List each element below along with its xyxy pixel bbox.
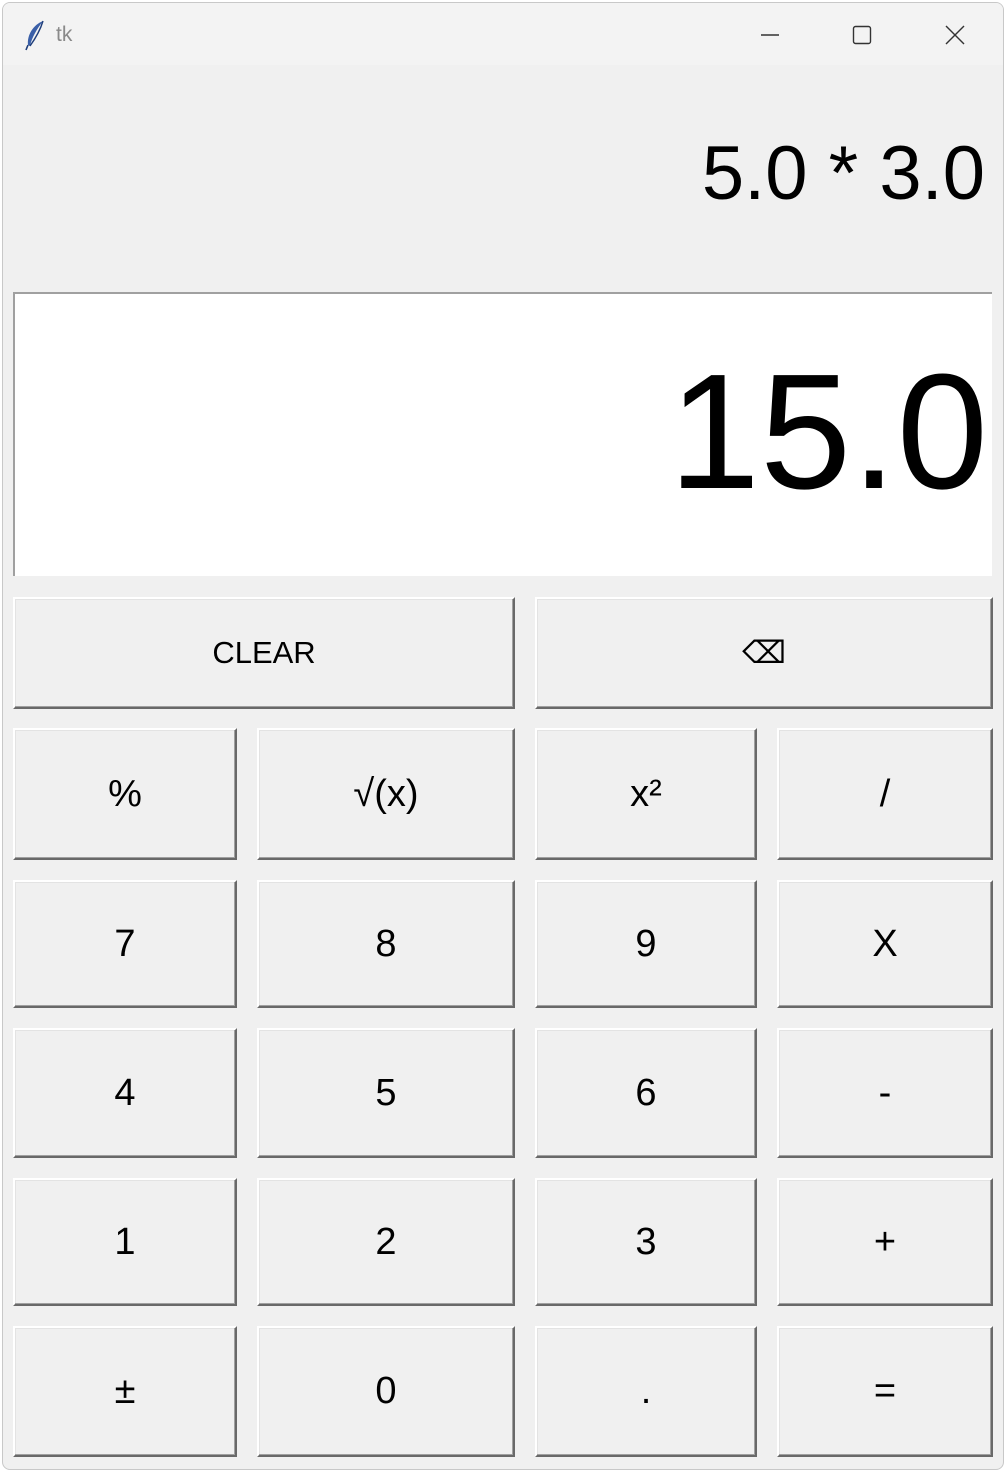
negate-button[interactable]: ± [13,1326,237,1457]
digit-4-button[interactable]: 4 [13,1028,237,1158]
calculator-window: tk 5.0 * 3.0 15.0 CLEAR ⌫ % √(x) x² / 7 … [2,2,1004,1470]
digit-7-button[interactable]: 7 [13,880,237,1008]
close-button[interactable] [932,15,978,55]
result-value: 15.0 [668,340,988,523]
digit-8-button[interactable]: 8 [257,880,515,1008]
digit-6-button[interactable]: 6 [535,1028,757,1158]
sqrt-button[interactable]: √(x) [257,728,515,860]
divide-button[interactable]: / [777,728,993,860]
digit-9-button[interactable]: 9 [535,880,757,1008]
digit-1-button[interactable]: 1 [13,1178,237,1306]
digit-0-button[interactable]: 0 [257,1326,515,1457]
square-button[interactable]: x² [535,728,757,860]
maximize-icon [852,25,872,45]
multiply-button[interactable]: X [777,880,993,1008]
backspace-button[interactable]: ⌫ [535,597,993,709]
digit-5-button[interactable]: 5 [257,1028,515,1158]
minimize-icon [760,25,780,45]
percent-button[interactable]: % [13,728,237,860]
digit-3-button[interactable]: 3 [535,1178,757,1306]
minus-button[interactable]: - [777,1028,993,1158]
window-title: tk [56,23,73,46]
decimal-button[interactable]: . [535,1326,757,1457]
result-display: 15.0 [13,292,992,576]
maximize-button[interactable] [839,15,885,55]
title-bar[interactable]: tk [3,3,1003,65]
digit-2-button[interactable]: 2 [257,1178,515,1306]
expression-label: 5.0 * 3.0 [701,131,985,216]
minimize-button[interactable] [747,15,793,55]
feather-icon [23,19,47,51]
clear-button[interactable]: CLEAR [13,597,515,709]
equals-button[interactable]: = [777,1326,993,1457]
close-icon [944,24,966,46]
plus-button[interactable]: + [777,1178,993,1306]
